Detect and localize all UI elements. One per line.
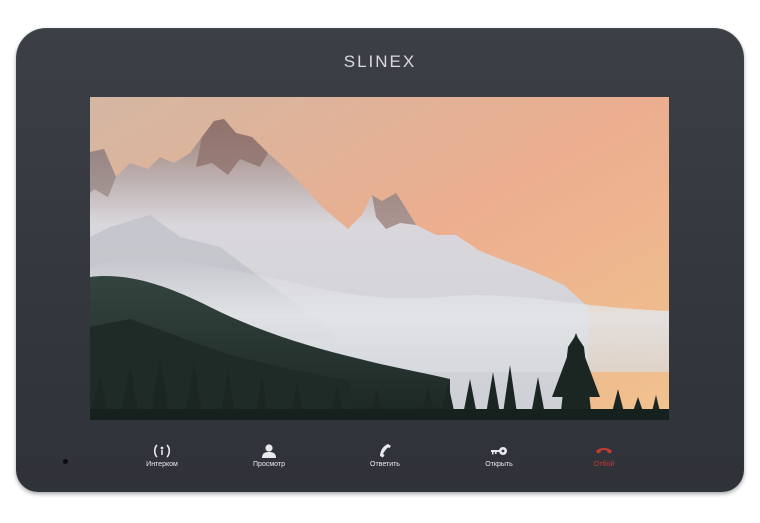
view-button[interactable]: Просмотр [229,443,309,473]
mountain-landscape-image [90,97,669,420]
view-button-label: Просмотр [253,461,285,468]
answer-button-label: Ответить [370,461,400,468]
open-button-label: Открыть [485,461,513,468]
open-button[interactable]: Открыть [459,443,539,473]
hangup-icon [596,448,612,454]
key-icon [491,447,507,455]
hangup-button-label: Отбой [593,461,615,468]
hangup-button[interactable]: Отбой [564,443,644,473]
answer-button[interactable]: Ответить [345,443,425,473]
user-icon [262,444,276,458]
status-led [63,459,68,464]
display-screen [90,97,669,420]
intercom-icon [153,444,171,458]
intercom-button-label: Интерком [146,461,178,468]
brand-logo: SLINEX [343,52,417,71]
phone-icon [380,444,391,458]
intercom-button[interactable]: Интерком [122,443,202,473]
